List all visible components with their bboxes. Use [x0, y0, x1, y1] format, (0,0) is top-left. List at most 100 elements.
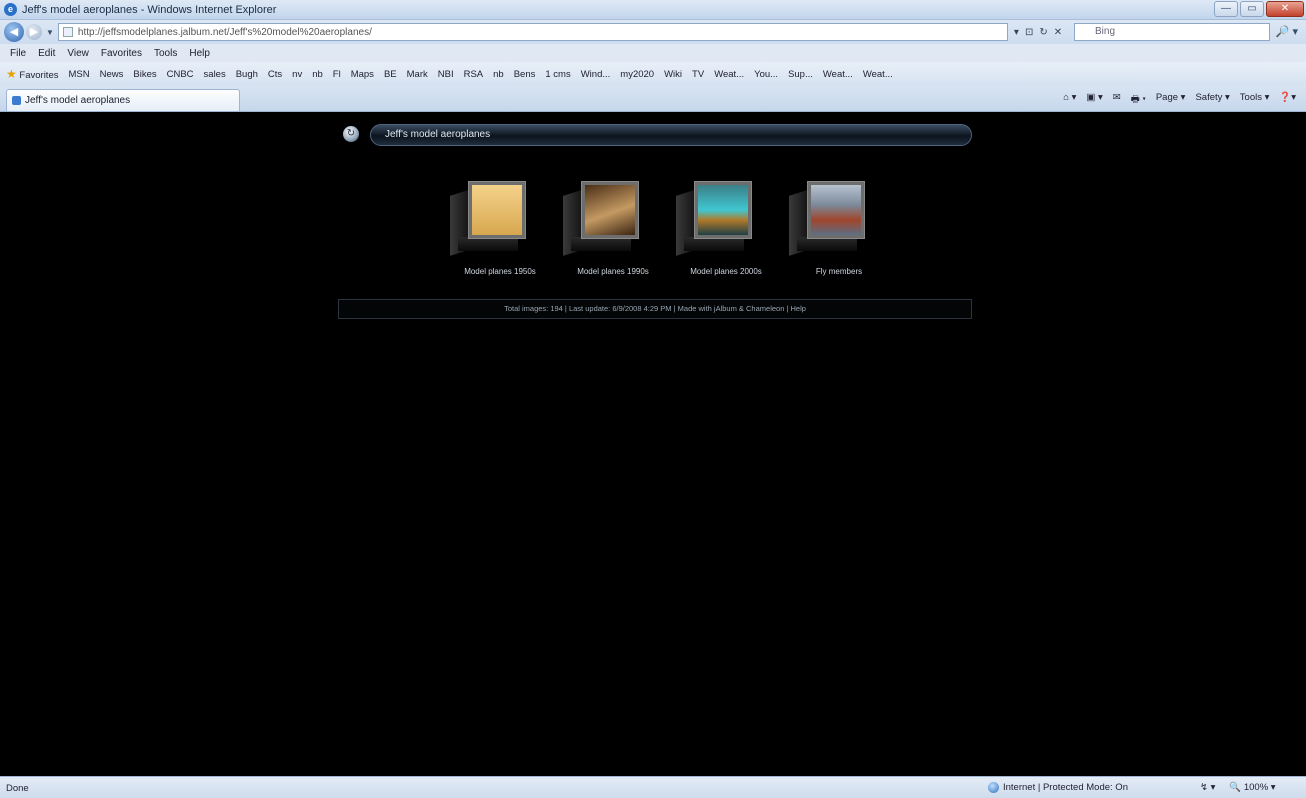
home-button[interactable]: ⌂ ▾ — [1063, 92, 1076, 108]
favorites-link[interactable]: TV — [692, 69, 704, 80]
album-title: Jeff's model aeroplanes — [385, 129, 491, 140]
album-folder[interactable]: Model planes 2000s — [676, 181, 776, 277]
security-zone-label: Internet | Protected Mode: On — [1003, 782, 1128, 793]
album-folder[interactable]: Model planes 1990s — [563, 181, 663, 277]
recent-pages-dropdown[interactable]: ▼ — [46, 28, 54, 37]
folder-cube-bottom — [684, 237, 744, 251]
close-button[interactable]: ✕ — [1266, 1, 1304, 17]
tools-menu-button[interactable]: Tools ▾ — [1240, 92, 1270, 108]
menu-file[interactable]: File — [10, 48, 26, 59]
favorites-link[interactable]: NBI — [438, 69, 454, 80]
favorites-link[interactable]: my2020 — [620, 69, 654, 80]
page-icon — [62, 27, 73, 37]
status-text: Done — [6, 783, 29, 794]
favorites-label: Favorites — [19, 70, 59, 81]
album-footer: Total images: 194 | Last update: 6/9/200… — [338, 299, 972, 319]
search-input[interactable]: Bing — [1074, 23, 1270, 41]
album-caption[interactable]: Fly members — [769, 267, 909, 276]
zoom-button[interactable]: 🔍 100% ▾ — [1229, 782, 1275, 793]
accelerator-button[interactable]: ↯ ▾ — [1200, 782, 1215, 793]
favorites-link[interactable]: Sup... — [788, 69, 813, 80]
menu-help[interactable]: Help — [189, 48, 210, 59]
folder-cube-bottom — [571, 237, 631, 251]
window-controls: — ▭ ✕ — [1214, 1, 1304, 17]
album-thumbnail[interactable] — [694, 181, 752, 239]
favorites-link[interactable]: Mark — [407, 69, 428, 80]
favorites-link[interactable]: MSN — [68, 69, 89, 80]
page-menu-button[interactable]: Page ▾ — [1156, 92, 1186, 108]
favorites-link[interactable]: 1 cms — [545, 69, 570, 80]
security-zone[interactable]: Internet | Protected Mode: On — [988, 782, 1128, 793]
album-thumbnail[interactable] — [468, 181, 526, 239]
star-icon: ★ — [6, 67, 17, 81]
address-toolbar: ◀ ▶ ▼ http://jeffsmodelplanes.jalbum.net… — [0, 20, 1306, 44]
favorites-link[interactable]: Weat... — [823, 69, 853, 80]
mail-button[interactable]: ✉ — [1113, 92, 1121, 108]
address-input[interactable]: http://jeffsmodelplanes.jalbum.net/Jeff'… — [57, 23, 1008, 41]
favorites-link[interactable]: Weat... — [714, 69, 744, 80]
back-button[interactable]: ◀ — [4, 22, 24, 42]
menu-tools[interactable]: Tools — [154, 48, 177, 59]
album-folder[interactable]: Model planes 1950s — [450, 181, 550, 277]
favorites-bar: ★ Favorites MSN News Bikes CNBC sales Bu… — [0, 62, 1306, 86]
favorites-link[interactable]: BE — [384, 69, 397, 80]
favorites-link[interactable]: Wind... — [581, 69, 611, 80]
minimize-button[interactable]: — — [1214, 1, 1238, 17]
favorites-link[interactable]: nb — [312, 69, 323, 80]
album-thumbnail[interactable] — [807, 181, 865, 239]
window-titlebar: e Jeff's model aeroplanes - Windows Inte… — [0, 0, 1306, 20]
print-button[interactable]: 🖶 ▾ — [1131, 92, 1146, 108]
status-bar: Done Internet | Protected Mode: On ↯ ▾ 🔍… — [0, 776, 1306, 798]
address-dropdown-button[interactable]: ▾ — [1014, 27, 1019, 38]
help-button[interactable]: ❓▾ — [1279, 92, 1296, 108]
globe-icon — [988, 782, 999, 793]
menu-bar: File Edit View Favorites Tools Help — [0, 44, 1306, 62]
album-header-bar: Jeff's model aeroplanes — [370, 124, 972, 146]
command-bar: ⌂ ▾ ▣ ▾ ✉ 🖶 ▾ Page ▾ Safety ▾ Tools ▾ ❓▾ — [1063, 92, 1296, 108]
safety-menu-button[interactable]: Safety ▾ — [1195, 92, 1229, 108]
album-thumbnail[interactable] — [581, 181, 639, 239]
favorites-link[interactable]: Bikes — [133, 69, 156, 80]
favorites-link[interactable]: You... — [754, 69, 778, 80]
favorites-link[interactable]: Fl — [333, 69, 341, 80]
forward-button[interactable]: ▶ — [26, 24, 42, 40]
thumbnail-photo — [472, 185, 522, 235]
folder-cube-bottom — [458, 237, 518, 251]
stop-button[interactable]: ✕ — [1054, 27, 1062, 38]
tab-jeffs-model-aeroplanes[interactable]: Jeff's model aeroplanes — [6, 89, 240, 111]
refresh-button[interactable]: ↻ — [1039, 27, 1047, 38]
favorites-link[interactable]: Maps — [351, 69, 374, 80]
favorites-link[interactable]: Weat... — [863, 69, 893, 80]
tab-bar: Jeff's model aeroplanes ⌂ ▾ ▣ ▾ ✉ 🖶 ▾ Pa… — [0, 86, 1306, 112]
favorites-link[interactable]: Bens — [514, 69, 536, 80]
thumbnail-photo — [585, 185, 635, 235]
album-home-icon[interactable]: ↻ — [343, 126, 359, 142]
ie-logo-icon: e — [4, 3, 17, 16]
feeds-button[interactable]: ▣ ▾ — [1086, 92, 1102, 108]
menu-edit[interactable]: Edit — [38, 48, 55, 59]
page-content: ↻ Jeff's model aeroplanes Model planes 1… — [6, 113, 1300, 776]
search-go-button[interactable]: 🔎 ▾ — [1276, 25, 1298, 38]
tab-label: Jeff's model aeroplanes — [25, 95, 131, 106]
favorites-link[interactable]: Bugh — [236, 69, 258, 80]
favorites-link[interactable]: Cts — [268, 69, 282, 80]
compatibility-view-button[interactable]: ⊡ — [1025, 27, 1033, 38]
thumbnail-photo — [811, 185, 861, 235]
favorites-link[interactable]: nb — [493, 69, 504, 80]
window-title: Jeff's model aeroplanes - Windows Intern… — [22, 3, 277, 16]
restore-button[interactable]: ▭ — [1240, 1, 1264, 17]
favorites-button[interactable]: ★ Favorites — [6, 67, 58, 81]
status-controls: ↯ ▾ 🔍 100% ▾ — [1200, 782, 1276, 793]
favorites-link[interactable]: nv — [292, 69, 302, 80]
page-favicon-icon — [12, 96, 21, 105]
address-tools: ▾ ⊡ ↻ ✕ — [1014, 27, 1062, 38]
favorites-link[interactable]: Wiki — [664, 69, 682, 80]
album-folder[interactable]: Fly members — [789, 181, 889, 277]
menu-favorites[interactable]: Favorites — [101, 48, 142, 59]
favorites-link[interactable]: sales — [204, 69, 226, 80]
menu-view[interactable]: View — [67, 48, 89, 59]
favorites-link[interactable]: RSA — [464, 69, 484, 80]
favorites-link[interactable]: News — [100, 69, 124, 80]
favorites-link[interactable]: CNBC — [167, 69, 194, 80]
folder-cube-bottom — [797, 237, 857, 251]
